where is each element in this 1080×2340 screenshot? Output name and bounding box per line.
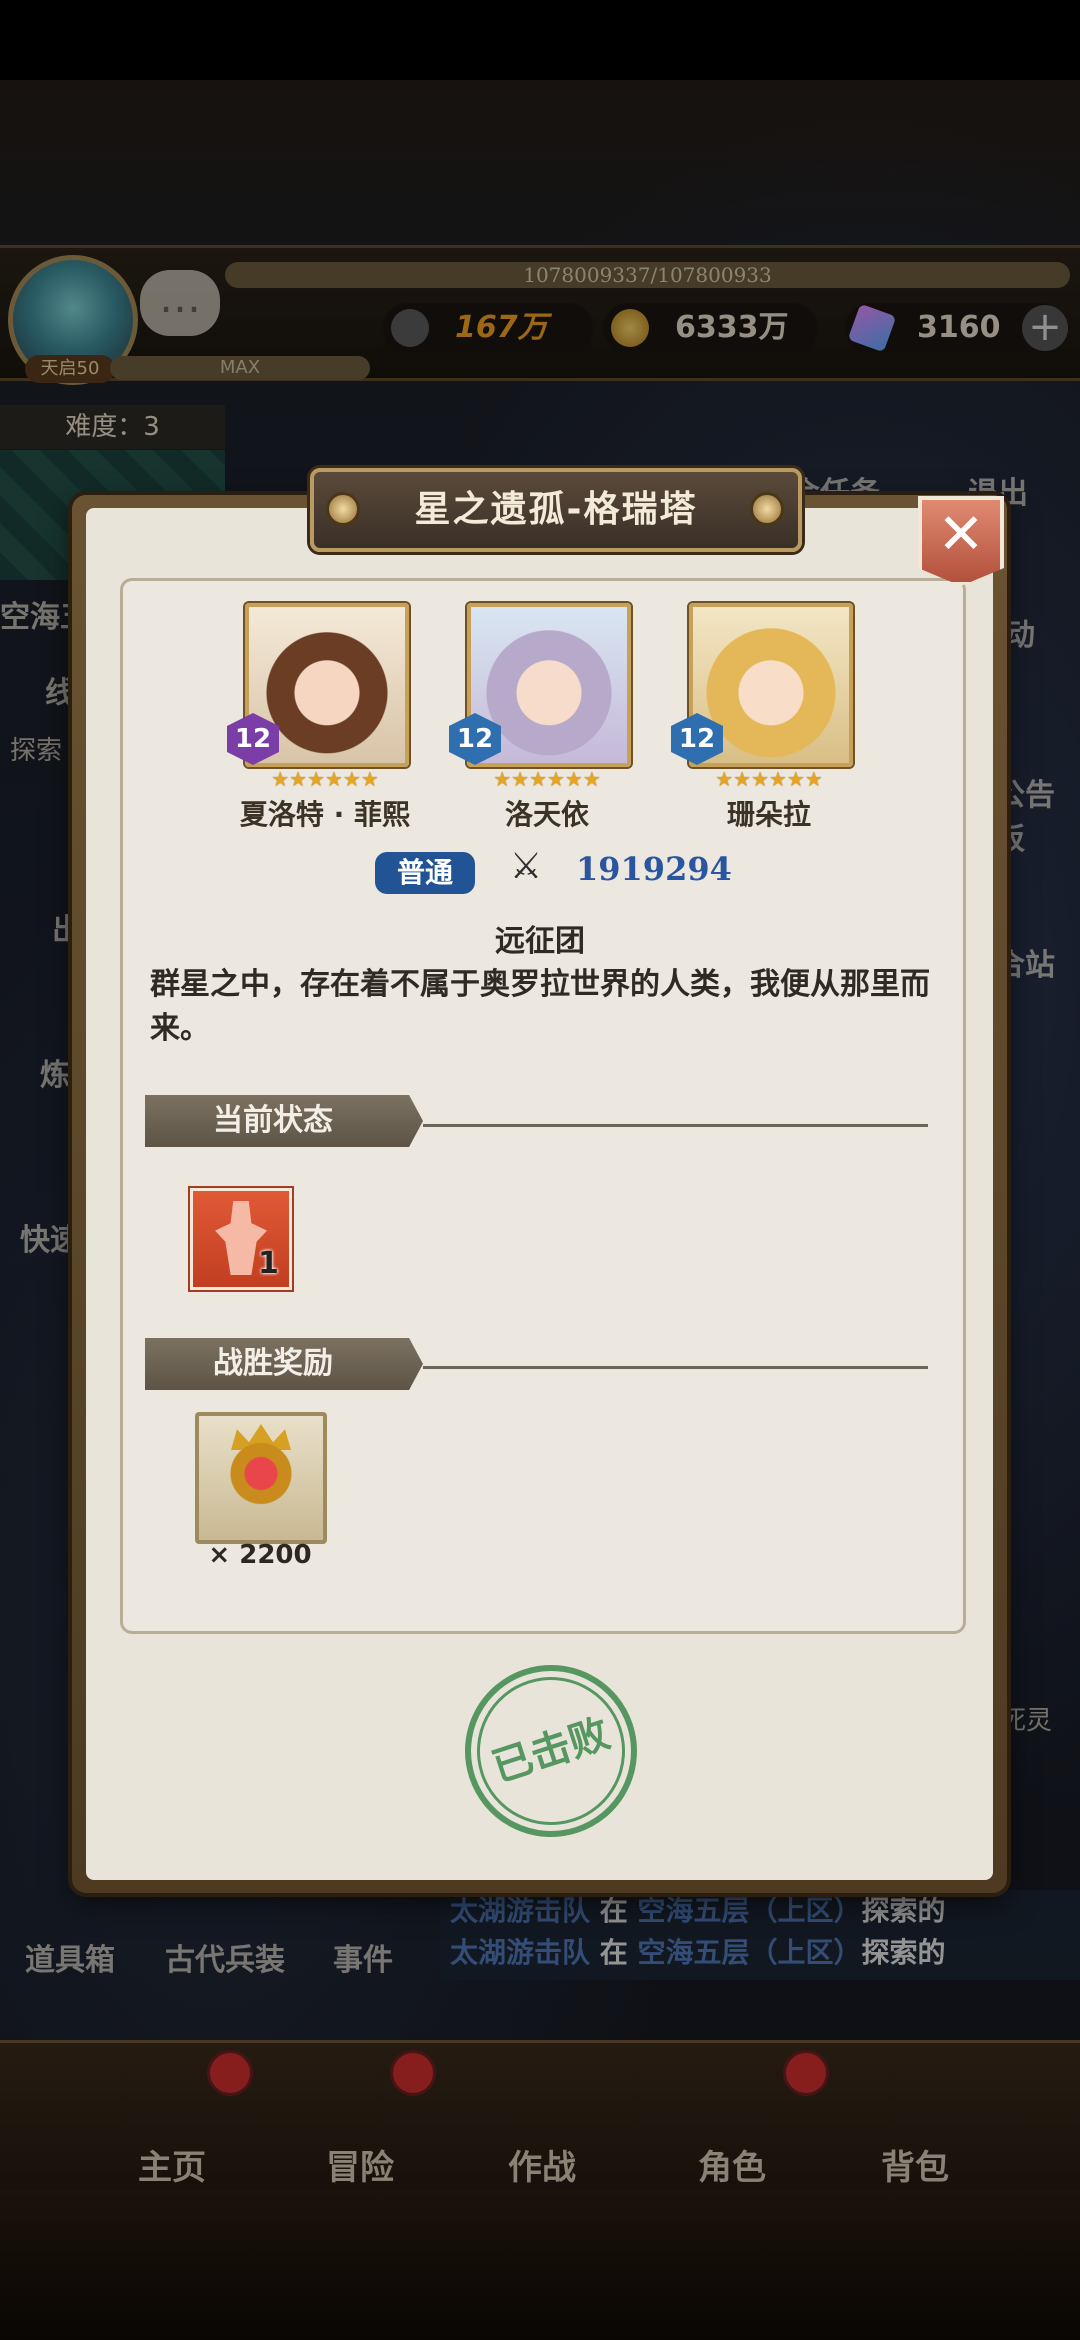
ruby-emblem-icon — [227, 1442, 295, 1512]
reward-quantity: × 2200 — [208, 1540, 312, 1570]
enemy-hero-card[interactable]: 12 ★★★★★★ 洛天依 — [449, 603, 631, 831]
reward-item[interactable] — [195, 1412, 327, 1544]
crossed-swords-icon: ⚔ — [509, 846, 543, 887]
section-victory-reward: 战胜奖励 — [145, 1338, 423, 1390]
hero-stars: ★★★★★★ — [493, 767, 601, 791]
enemy-team-name: 远征团 — [495, 924, 585, 959]
hero-stars: ★★★★★★ — [715, 767, 823, 791]
enemy-power-value: 1919294 — [576, 850, 732, 888]
enemy-description: 群星之中，存在着不属于奥罗拉世界的人类，我便从那里而来。 — [150, 967, 930, 1046]
hero-name: 洛天依 — [504, 798, 589, 831]
dialog-title-plate: 星之遗孤-格瑞塔 — [310, 468, 802, 552]
close-icon: ✕ — [937, 502, 985, 567]
dialog-title: 星之遗孤-格瑞塔 — [414, 489, 698, 530]
hero-stars: ★★★★★★ — [271, 767, 379, 791]
hero-name: 夏洛特 · 菲熙 — [239, 798, 411, 831]
difficulty-type-badge: 普通 — [375, 852, 475, 894]
status-stack-count: 1 — [258, 1246, 279, 1281]
enemy-hero-card[interactable]: 12 ★★★★★★ 珊朵拉 — [671, 603, 853, 831]
enemy-hero-card[interactable]: 12 ★★★★★★ 夏洛特 · 菲熙 — [227, 603, 410, 831]
close-button[interactable]: ✕ — [918, 496, 1004, 586]
section-divider — [423, 1366, 928, 1369]
section-divider — [423, 1124, 928, 1127]
section-current-status: 当前状态 — [145, 1095, 423, 1147]
hero-name: 珊朵拉 — [726, 798, 811, 831]
